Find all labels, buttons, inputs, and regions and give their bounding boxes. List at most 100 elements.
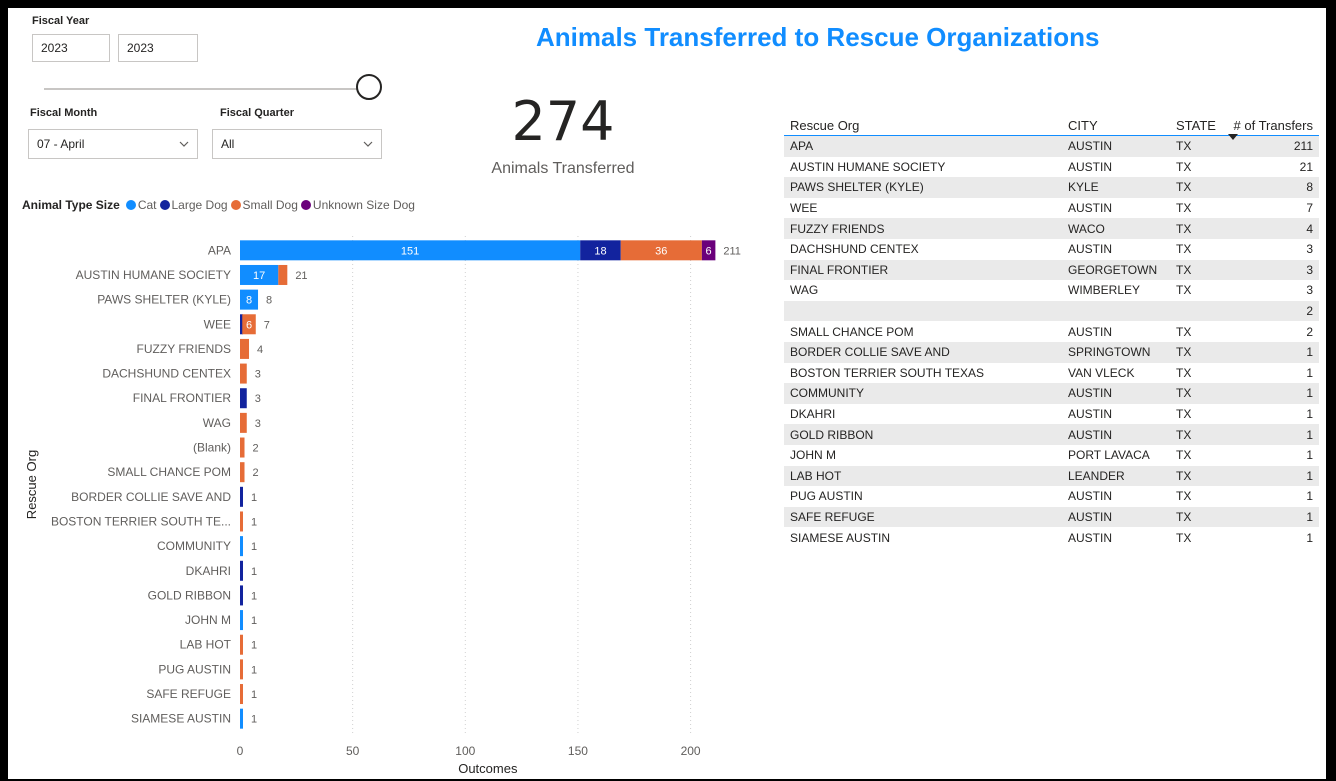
x-axis-title: Outcomes — [458, 761, 518, 776]
segment-data-label: 17 — [253, 270, 265, 282]
category-label: APA — [208, 243, 231, 257]
cell-state: TX — [1176, 159, 1192, 174]
cell-city: AUSTIN — [1068, 324, 1113, 339]
total-data-label: 1 — [251, 566, 257, 578]
bar-segment — [240, 560, 243, 581]
cell-city: AUSTIN — [1068, 427, 1113, 442]
bar-segment — [240, 486, 243, 507]
category-label: LAB HOT — [180, 638, 232, 652]
segment-data-label: 8 — [246, 295, 252, 307]
transfers-header-label: # of Transfers — [1233, 118, 1313, 133]
cell-city: GEORGETOWN — [1068, 262, 1158, 277]
total-data-label: 7 — [264, 319, 270, 331]
category-label: (Blank) — [193, 441, 231, 455]
cell-state: TX — [1176, 221, 1192, 236]
category-label: SMALL CHANCE POM — [107, 465, 231, 479]
category-label: DACHSHUND CENTEX — [102, 367, 231, 381]
table-row[interactable]: JOHN M PORT LAVACA TX 1 — [784, 445, 1319, 466]
table-row[interactable]: BOSTON TERRIER SOUTH TEXAS VAN VLECK TX 1 — [784, 363, 1319, 384]
table-row[interactable]: SMALL CHANCE POM AUSTIN TX 2 — [784, 321, 1319, 342]
bar-segment — [240, 437, 245, 458]
category-label: PUG AUSTIN — [158, 662, 231, 676]
cell-transfers: 1 — [1306, 345, 1313, 360]
category-label: WEE — [204, 317, 231, 331]
cell-rescue-org: LAB HOT — [790, 468, 842, 483]
total-data-label: 3 — [255, 418, 261, 430]
category-label: FUZZY FRIENDS — [137, 342, 231, 356]
table-row[interactable]: FINAL FRONTIER GEORGETOWN TX 3 — [784, 259, 1319, 281]
total-data-label: 1 — [251, 689, 257, 701]
total-data-label: 1 — [251, 664, 257, 676]
column-header-transfers[interactable]: # of Transfers — [1222, 118, 1319, 140]
cell-rescue-org: JOHN M — [790, 448, 836, 463]
x-tick-label: 100 — [455, 744, 475, 758]
bar-segment — [240, 634, 243, 655]
table-row[interactable]: SAFE REFUGE AUSTIN TX 1 — [784, 506, 1319, 528]
table-row[interactable]: WEE AUSTIN TX 7 — [784, 198, 1319, 219]
total-data-label: 4 — [257, 344, 263, 356]
total-data-label: 1 — [251, 492, 257, 504]
table-row[interactable]: APA AUSTIN TX 211 — [784, 136, 1319, 157]
x-tick-label: 150 — [568, 744, 588, 758]
cell-rescue-org: DKAHRI — [790, 407, 836, 422]
cell-transfers: 21 — [1299, 159, 1313, 174]
cell-city: SPRINGTOWN — [1068, 345, 1151, 360]
cell-transfers: 1 — [1306, 530, 1313, 545]
category-label: SAFE REFUGE — [146, 687, 231, 701]
bar-segment — [240, 708, 243, 729]
bar-segment — [240, 684, 243, 705]
cell-state: TX — [1176, 262, 1192, 277]
cell-city: AUSTIN — [1068, 201, 1113, 216]
cell-rescue-org: WEE — [790, 201, 818, 216]
total-data-label: 1 — [251, 590, 257, 602]
bar-segment — [240, 659, 243, 680]
segment-data-label: 6 — [706, 245, 712, 257]
cell-rescue-org: SIAMESE AUSTIN — [790, 530, 891, 545]
cell-transfers: 1 — [1306, 407, 1313, 422]
cell-city: AUSTIN — [1068, 407, 1113, 422]
cell-state: TX — [1176, 407, 1192, 422]
cell-city: VAN VLECK — [1068, 365, 1135, 380]
table-row[interactable]: WAG WIMBERLEY TX 3 — [784, 280, 1319, 301]
cell-rescue-org: FINAL FRONTIER — [790, 262, 889, 277]
cell-city: LEANDER — [1068, 468, 1125, 483]
cell-state: TX — [1176, 448, 1192, 463]
bar-segment — [240, 536, 243, 557]
table-row[interactable]: DACHSHUND CENTEX AUSTIN TX 3 — [784, 239, 1319, 260]
bar-segment — [240, 338, 250, 359]
cell-transfers: 3 — [1306, 242, 1313, 257]
column-header-city[interactable]: CITY — [1068, 118, 1176, 133]
bar-segment — [278, 264, 288, 285]
table-row[interactable]: LAB HOT LEANDER TX 1 — [784, 465, 1319, 487]
total-data-label: 21 — [295, 270, 307, 282]
table-row[interactable]: SIAMESE AUSTIN AUSTIN TX 1 — [784, 527, 1319, 548]
category-label: SIAMESE AUSTIN — [131, 712, 231, 726]
cell-transfers: 211 — [1293, 139, 1313, 154]
category-label: AUSTIN HUMANE SOCIETY — [76, 268, 231, 282]
cell-rescue-org: DACHSHUND CENTEX — [790, 242, 919, 257]
bar-segment — [240, 585, 243, 606]
rescue-org-table: Rescue Org CITY STATE # of Transfers APA… — [784, 108, 1319, 548]
segment-data-label: 36 — [655, 245, 667, 257]
column-header-state[interactable]: STATE — [1176, 118, 1222, 133]
cell-state: TX — [1176, 468, 1192, 483]
table-row[interactable]: PUG AUSTIN AUSTIN TX 1 — [784, 486, 1319, 507]
cell-state: TX — [1176, 345, 1192, 360]
cell-rescue-org: PAWS SHELTER (KYLE) — [790, 180, 924, 195]
bar-segment — [240, 511, 243, 532]
table-row[interactable]: AUSTIN HUMANE SOCIETY AUSTIN TX 21 — [784, 157, 1319, 178]
table-row[interactable]: BORDER COLLIE SAVE AND SPRINGTOWN TX 1 — [784, 341, 1319, 363]
cell-state: TX — [1176, 201, 1192, 216]
table-row[interactable]: GOLD RIBBON AUSTIN TX 1 — [784, 424, 1319, 445]
table-row[interactable]: COMMUNITY AUSTIN TX 1 — [784, 383, 1319, 404]
table-row[interactable]: 2 — [784, 300, 1319, 322]
table-row[interactable]: FUZZY FRIENDS WACO TX 4 — [784, 218, 1319, 239]
cell-transfers: 1 — [1306, 509, 1313, 524]
column-header-rescue-org[interactable]: Rescue Org — [784, 118, 1068, 133]
cell-city: PORT LAVACA — [1068, 448, 1150, 463]
table-row[interactable]: DKAHRI AUSTIN TX 1 — [784, 404, 1319, 425]
cell-rescue-org: BOSTON TERRIER SOUTH TEXAS — [790, 365, 985, 380]
cell-state: TX — [1176, 283, 1192, 298]
cell-transfers: 1 — [1306, 489, 1313, 504]
table-row[interactable]: PAWS SHELTER (KYLE) KYLE TX 8 — [784, 177, 1319, 198]
